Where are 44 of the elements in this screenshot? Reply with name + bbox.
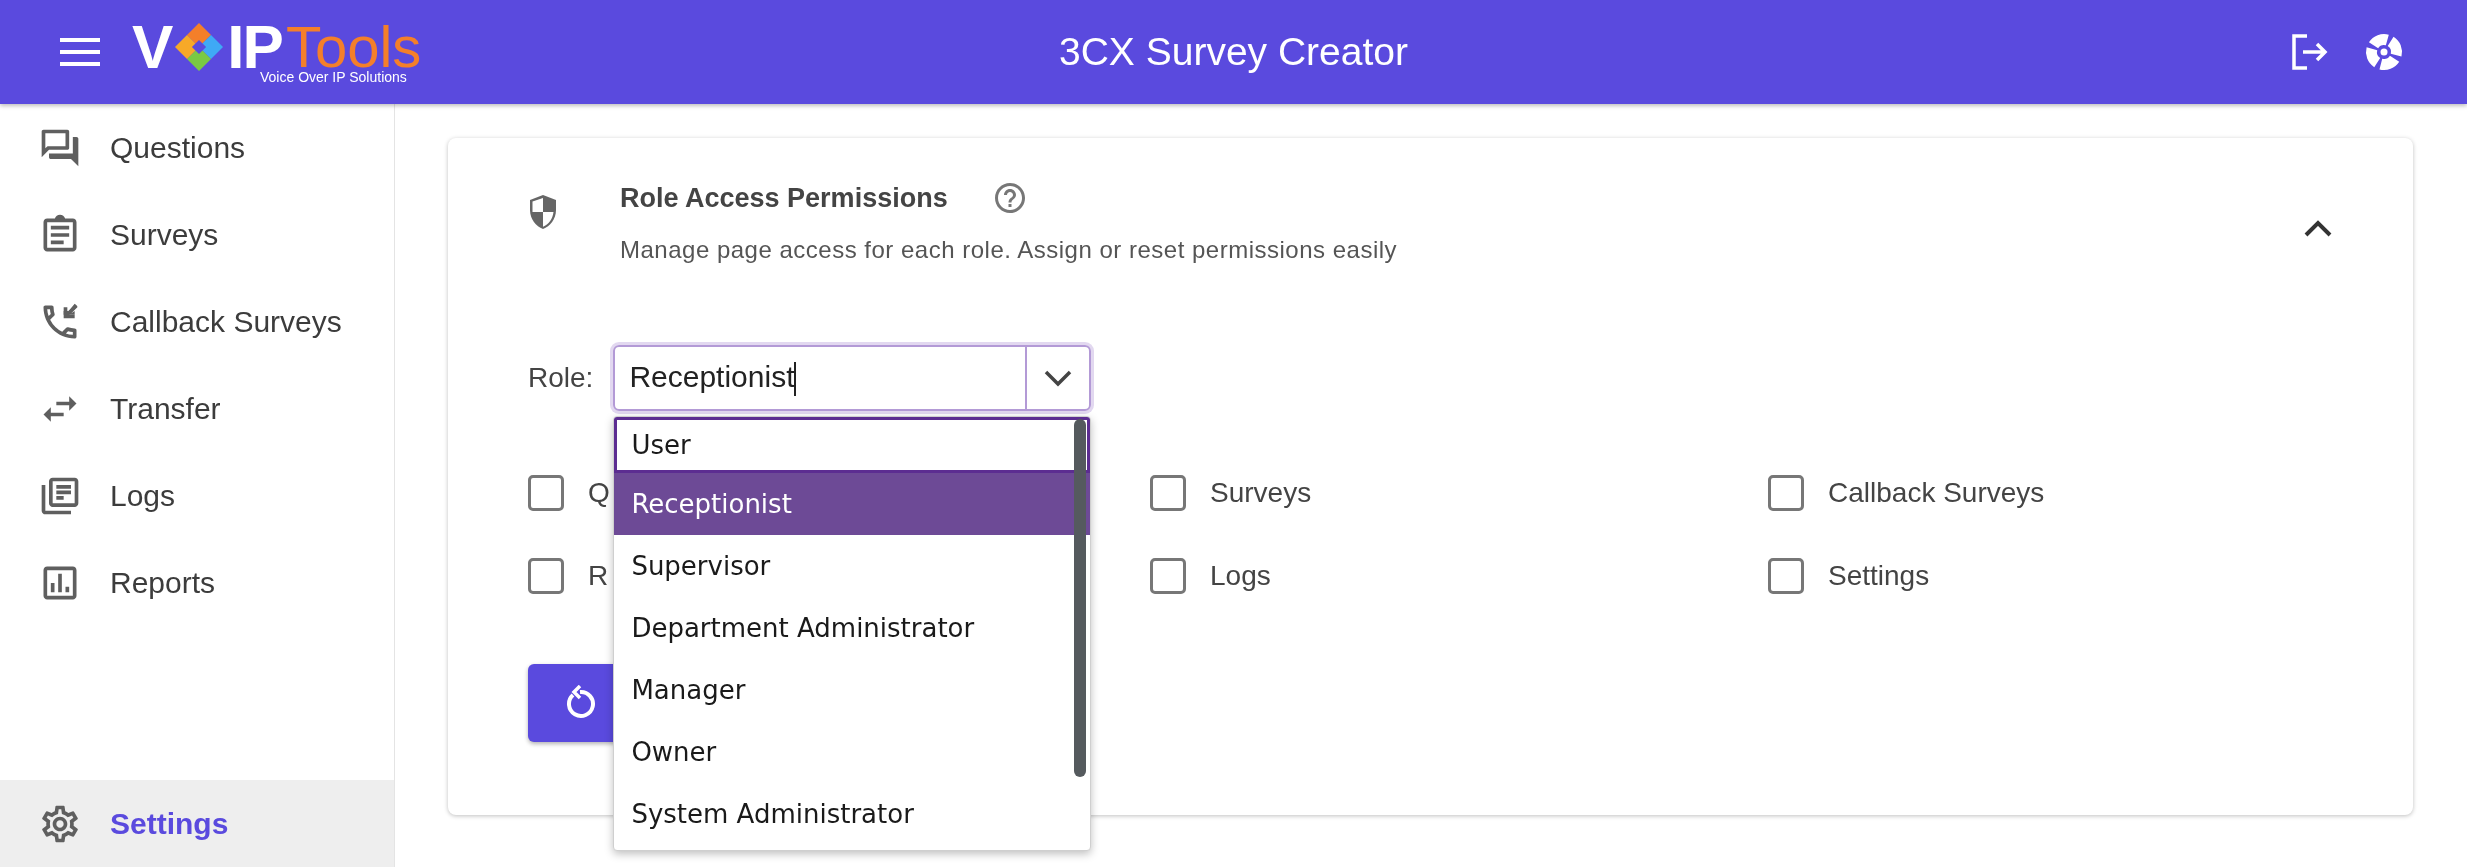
dropdown-option[interactable]: Receptionist	[614, 473, 1091, 535]
reset-icon	[564, 685, 596, 721]
panel-title: Role Access Permissions	[620, 182, 948, 214]
permission-checkbox[interactable]: Logs	[1150, 558, 1271, 594]
menu-icon	[60, 38, 100, 66]
sidebar-item[interactable]: Questions	[0, 104, 394, 191]
app-title: 3CX Survey Creator	[1059, 30, 1408, 74]
sidebar-item[interactable]: Reports	[0, 539, 394, 626]
logout-button[interactable]	[2291, 34, 2329, 70]
logout-icon	[2291, 34, 2329, 70]
dropdown-option[interactable]: Supervisor	[614, 535, 1091, 597]
sidebar-item[interactable]: Logs	[0, 452, 394, 539]
collapse-button[interactable]	[2303, 218, 2333, 238]
dropdown-option[interactable]: System Administrator	[614, 783, 1091, 845]
checkbox[interactable]	[1768, 558, 1804, 594]
checkbox[interactable]	[528, 475, 564, 511]
permission-checkbox[interactable]: Callback Surveys	[1768, 475, 2045, 511]
shield-icon	[528, 194, 558, 230]
sidebar-item[interactable]: Callback Surveys	[0, 278, 394, 365]
logo-diamond-icon	[173, 21, 226, 73]
lifebuoy-icon	[2365, 33, 2403, 71]
sidebar-item[interactable]: Settings	[0, 780, 394, 867]
logo-text: V	[132, 19, 172, 75]
checkbox[interactable]	[1768, 475, 1804, 511]
sidebar-item[interactable]: Transfer	[0, 365, 394, 452]
permission-checkbox[interactable]: Q	[528, 475, 610, 511]
role-label: Role:	[528, 362, 594, 394]
chevron-down-icon	[1043, 368, 1074, 388]
panel-description: Manage page access for each role. Assign or reset permissions easily	[620, 236, 1399, 264]
dropdown-option[interactable]: Department Administrator	[614, 597, 1091, 659]
scrollbar-thumb[interactable]	[1074, 419, 1087, 777]
role-select[interactable]: Receptionist	[613, 345, 1092, 411]
help-button[interactable]	[2365, 33, 2403, 71]
checkbox[interactable]	[528, 558, 564, 594]
checkbox[interactable]	[1150, 475, 1186, 511]
permission-checkbox[interactable]: Settings	[1768, 558, 1930, 594]
dropdown-option[interactable]: Owner	[614, 721, 1091, 783]
chevron-icon	[2303, 218, 2333, 238]
checkbox[interactable]	[1150, 558, 1186, 594]
dropdown-option[interactable]: User	[614, 417, 1091, 473]
permission-checkbox[interactable]: R	[528, 558, 609, 594]
dropdown-option[interactable]: Manager	[614, 659, 1091, 721]
sidebar-item[interactable]: Surveys	[0, 191, 394, 278]
permission-checkbox[interactable]: Surveys	[1150, 475, 1312, 511]
